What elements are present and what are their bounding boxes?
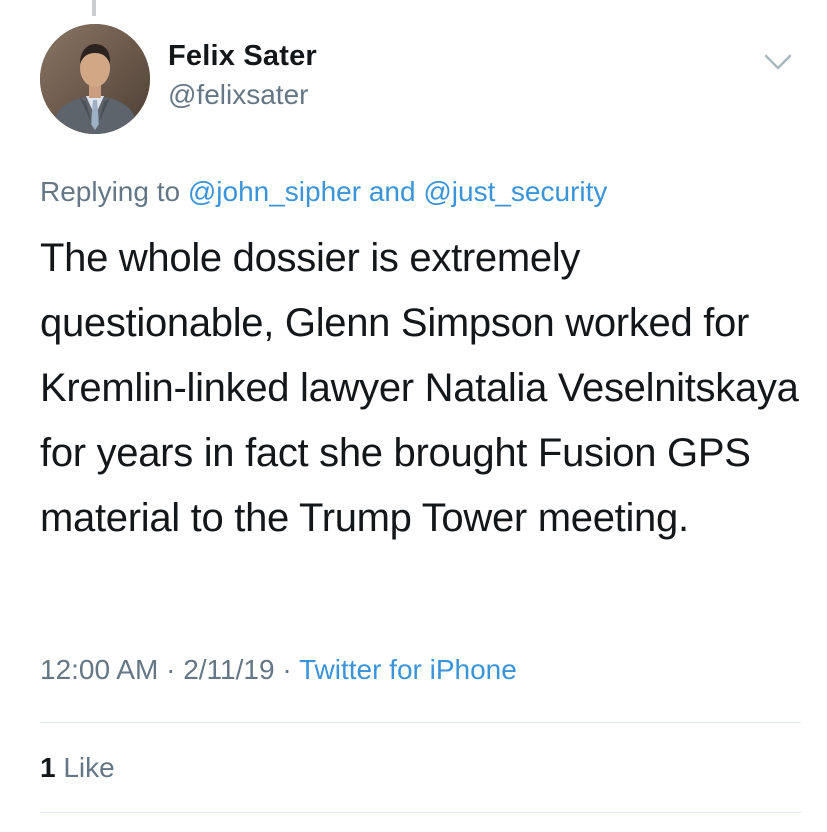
reply-mention-link[interactable]: @just_security bbox=[423, 176, 607, 207]
author-handle[interactable]: @felixsater bbox=[168, 79, 308, 111]
meta-separator: · bbox=[282, 654, 292, 685]
tweet-menu-button[interactable] bbox=[760, 48, 796, 76]
tweet-date: 2/11/19 bbox=[183, 654, 275, 685]
chevron-down-icon bbox=[764, 54, 792, 70]
reply-conjunction[interactable]: and bbox=[369, 176, 416, 207]
reply-mention-link[interactable]: @john_sipher bbox=[188, 176, 361, 207]
likes-stat[interactable]: 1 Like bbox=[40, 752, 115, 784]
divider bbox=[40, 722, 801, 723]
tweet-source-link[interactable]: Twitter for iPhone bbox=[299, 654, 517, 685]
replying-to-prefix: Replying to bbox=[40, 176, 181, 207]
likes-label: Like bbox=[63, 752, 115, 783]
avatar-photo-icon bbox=[40, 24, 150, 134]
author-name[interactable]: Felix Sater bbox=[168, 40, 317, 73]
replying-to-line: Replying to @john_sipher and @just_secur… bbox=[40, 176, 607, 208]
avatar[interactable] bbox=[40, 24, 150, 134]
thread-connector-line bbox=[92, 0, 96, 16]
likes-count: 1 bbox=[40, 752, 56, 783]
tweet-text: The whole dossier is extremely questiona… bbox=[40, 236, 799, 540]
divider bbox=[40, 812, 801, 813]
tweet-time: 12:00 AM bbox=[40, 654, 159, 685]
tweet-metadata: 12:00 AM · 2/11/19 · Twitter for iPhone bbox=[40, 654, 517, 686]
meta-separator: · bbox=[166, 654, 176, 685]
